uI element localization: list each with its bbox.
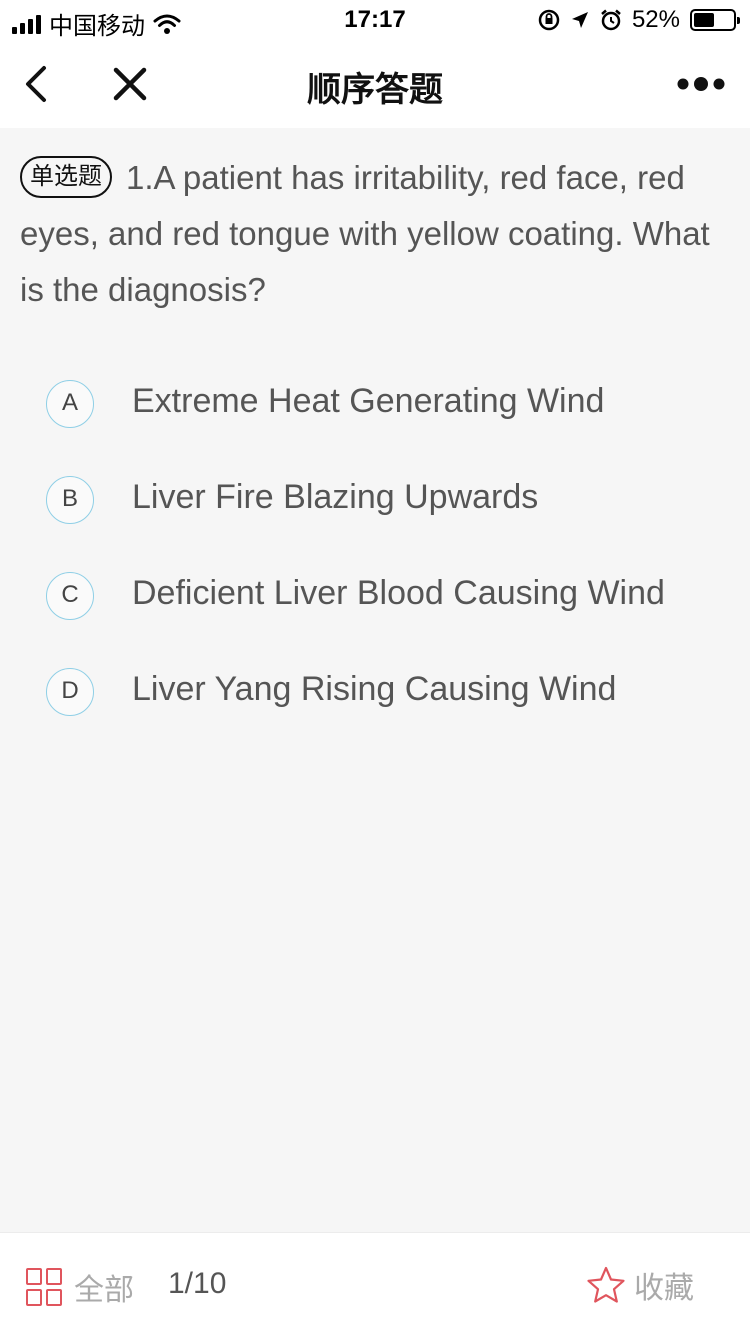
question-progress: 1/10 <box>168 1267 227 1300</box>
nav-bar: 顺序答题 <box>0 40 750 128</box>
rotation-lock-icon <box>538 9 560 31</box>
grid-icon <box>26 1268 64 1306</box>
question-text: 1.A patient has irritability, red face, … <box>20 159 710 308</box>
option-d[interactable]: D Liver Yang Rising Causing Wind <box>0 646 750 742</box>
location-icon <box>571 12 588 28</box>
all-questions-button[interactable]: 全部 <box>26 1265 134 1309</box>
option-label: Liver Yang Rising Causing Wind <box>132 670 617 708</box>
star-icon <box>587 1266 625 1303</box>
bottom-bar: 全部 1/10 收藏 <box>0 1232 750 1334</box>
more-icon[interactable] <box>676 70 726 98</box>
option-label: Extreme Heat Generating Wind <box>132 382 605 420</box>
battery-icon <box>690 9 740 31</box>
alarm-icon <box>601 9 621 31</box>
favorite-button[interactable]: 收藏 <box>586 1263 694 1307</box>
option-a[interactable]: A Extreme Heat Generating Wind <box>0 358 750 454</box>
option-label: Liver Fire Blazing Upwards <box>132 478 539 516</box>
options-list: A Extreme Heat Generating Wind B Liver F… <box>0 358 750 742</box>
option-b[interactable]: B Liver Fire Blazing Upwards <box>0 454 750 550</box>
battery-percent: 52% <box>631 6 680 33</box>
favorite-label: 收藏 <box>634 1272 694 1305</box>
option-label: Deficient Liver Blood Causing Wind <box>132 574 665 612</box>
option-letter-circle: D <box>46 668 94 716</box>
question-type-badge: 单选题 <box>20 156 112 199</box>
page-title: 顺序答题 <box>307 71 443 109</box>
all-label: 全部 <box>74 1274 134 1307</box>
option-letter-circle: B <box>46 476 94 524</box>
option-letter-circle: A <box>46 380 94 428</box>
option-c[interactable]: C Deficient Liver Blood Causing Wind <box>0 550 750 646</box>
battery-fill <box>694 13 714 27</box>
status-bar: 中国移动 17:17 52% <box>0 0 750 40</box>
status-right: 52% <box>538 6 740 34</box>
option-letter-circle: C <box>46 572 94 620</box>
question-text-block: 单选题 1.A patient has irritability, red fac… <box>20 150 730 318</box>
